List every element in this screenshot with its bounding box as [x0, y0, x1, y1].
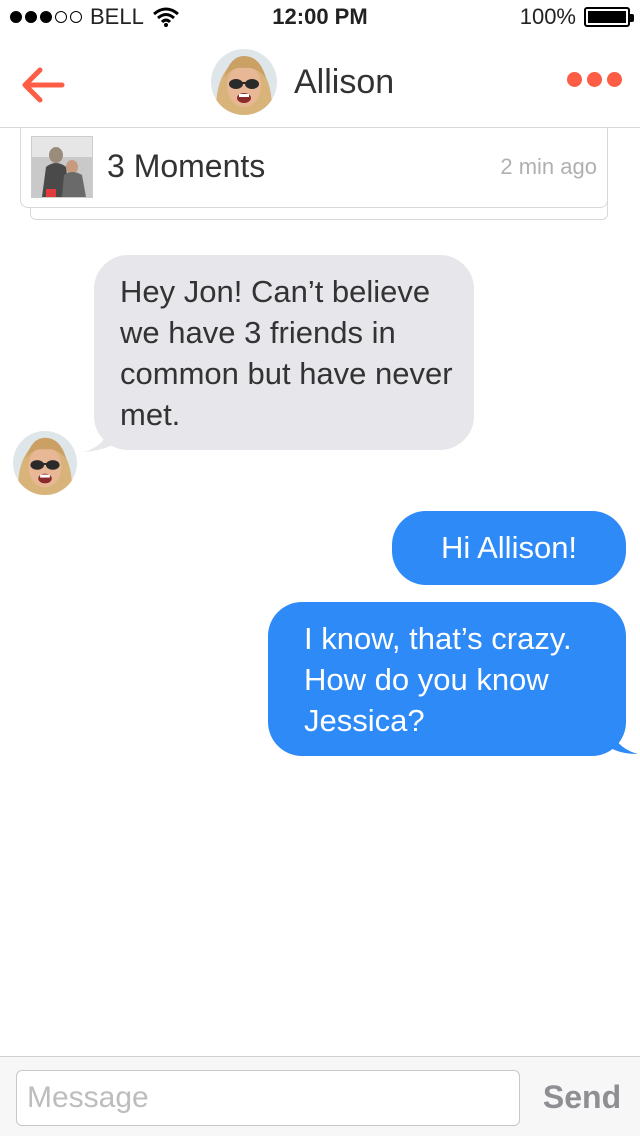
- more-dots-icon: [567, 72, 582, 87]
- moments-title: 3 Moments: [107, 148, 266, 184]
- avatar[interactable]: [12, 430, 78, 496]
- outgoing-message: I know, that’s crazy. How do you know Je…: [268, 602, 626, 756]
- composer-bar: Send: [0, 1056, 640, 1136]
- message-input[interactable]: [16, 1070, 520, 1126]
- arrow-left-icon: [22, 67, 65, 103]
- outgoing-message: Hi Allison!: [392, 511, 626, 585]
- back-button[interactable]: [14, 60, 70, 110]
- status-bar: BELL 12:00 PM 100%: [0, 0, 640, 40]
- more-options-button[interactable]: [567, 72, 622, 87]
- contact-name: Allison: [294, 62, 395, 101]
- moments-card[interactable]: 3 Moments 2 min ago: [20, 128, 608, 208]
- moments-thumbnail: [31, 136, 93, 198]
- battery-icon: [584, 7, 634, 27]
- avatar: [211, 49, 277, 115]
- battery-percent: 100%: [519, 4, 576, 29]
- conversation-header: Allison: [0, 40, 640, 128]
- incoming-message: Hey Jon! Can’t believe we have 3 friends…: [94, 255, 474, 450]
- outgoing-bubble-tail: [608, 722, 638, 754]
- status-right: 100%: [519, 4, 634, 30]
- moments-timestamp: 2 min ago: [500, 154, 597, 179]
- contact-header[interactable]: Allison: [210, 48, 394, 116]
- send-button[interactable]: Send: [534, 1073, 630, 1121]
